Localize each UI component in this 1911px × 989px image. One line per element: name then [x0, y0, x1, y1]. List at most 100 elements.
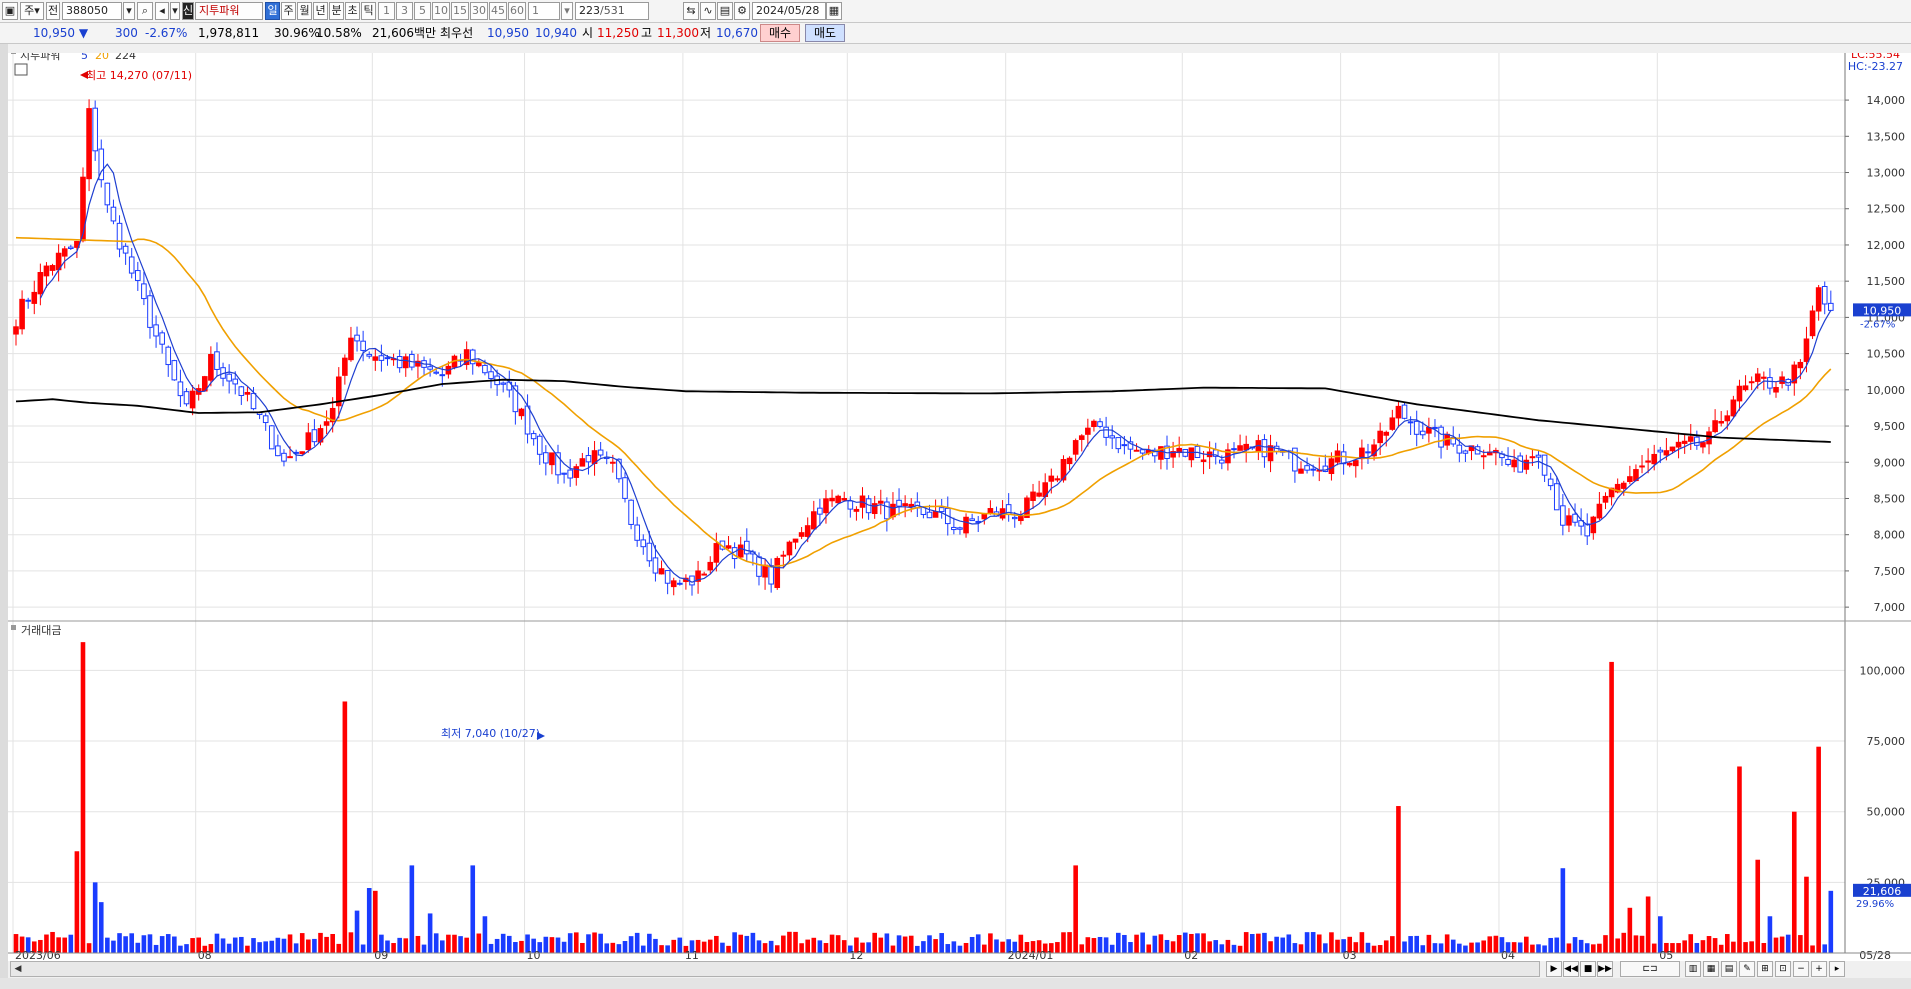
volume-bar [707, 939, 713, 953]
legend-handle-icon[interactable] [11, 49, 16, 54]
candle-body [250, 392, 257, 410]
search-icon[interactable]: ⌕ [137, 2, 153, 20]
volume-bar [1779, 936, 1785, 953]
scroll-right-icon[interactable]: ▶ [1546, 961, 1562, 977]
fit-icon[interactable]: ⊡ [1775, 961, 1791, 977]
candle-body [1748, 381, 1755, 384]
chart-scrollbar[interactable]: ◀ [10, 961, 1540, 977]
fast-forward-icon[interactable]: ▶▶ [1597, 961, 1613, 977]
candle-body [116, 222, 123, 250]
settings-icon[interactable]: ∿ [700, 2, 716, 20]
draw-icon[interactable]: ✎ [1739, 961, 1755, 977]
candle-body [768, 565, 774, 585]
buy-button[interactable]: 매수 [760, 24, 800, 42]
candle-body [141, 283, 147, 300]
volume-bar [1475, 942, 1480, 953]
indicator-name[interactable]: 지투파워 [195, 2, 263, 20]
candle-body [1054, 478, 1061, 481]
candle-body [689, 575, 695, 586]
volume-bar [896, 935, 902, 953]
volume-bar [1402, 941, 1407, 953]
interval-10[interactable]: 10 [432, 2, 450, 20]
interval-60[interactable]: 60 [508, 2, 526, 20]
tab-second[interactable]: 초 [345, 2, 360, 20]
tab-month[interactable]: 월 [297, 2, 312, 20]
interval-5[interactable]: 5 [414, 2, 431, 20]
zoom-slider[interactable]: ⊏⊐ [1620, 961, 1680, 977]
chevron-down-icon[interactable]: ▾ [123, 2, 135, 20]
volume-bar [1359, 932, 1365, 953]
interval-30[interactable]: 30 [470, 2, 488, 20]
tab-minute[interactable]: 분 [329, 2, 344, 20]
window-icon[interactable]: ▣ [2, 2, 18, 20]
tab-day[interactable]: 일 [265, 2, 280, 20]
volume-bar [519, 940, 524, 953]
volume-bar [580, 942, 585, 953]
tab-year[interactable]: 년 [313, 2, 328, 20]
price-tick-label: 8,500 [1874, 492, 1906, 505]
candle-body [1821, 286, 1828, 305]
volume-bar [1773, 937, 1779, 953]
volume-bar [1152, 935, 1158, 953]
stock-code-input[interactable]: 388050 [62, 2, 122, 20]
ratio2: 10.58% [316, 26, 362, 40]
layout-icon[interactable]: ▥ [1685, 961, 1701, 977]
period-dropdown[interactable]: 주▾ [20, 2, 44, 20]
candle-body [1310, 468, 1316, 471]
candle-body [1407, 421, 1414, 424]
print-icon[interactable]: ▤ [1721, 961, 1737, 977]
volume-bar [1542, 945, 1547, 953]
stop-icon[interactable]: ■ [1580, 961, 1596, 977]
candle-body [226, 373, 232, 382]
volume-bar [452, 934, 457, 953]
sell-button[interactable]: 매도 [805, 24, 845, 42]
candle-body [664, 570, 671, 584]
interval-45[interactable]: 45 [489, 2, 507, 20]
gear-icon[interactable]: ⚙ [734, 2, 750, 20]
save-icon[interactable]: ▤ [717, 2, 733, 20]
volume-bar [1804, 876, 1809, 953]
interval-3[interactable]: 3 [396, 2, 413, 20]
date-tick-label: 11 [685, 949, 699, 961]
candle-body [524, 405, 531, 435]
candle-body [567, 469, 573, 479]
chart-type-icon[interactable]: ⊞ [1757, 961, 1773, 977]
mode-button[interactable]: 전 [46, 2, 60, 20]
volume-bar [1256, 933, 1261, 953]
zoom-in-icon[interactable]: + [1811, 961, 1827, 977]
candle-body [1030, 491, 1036, 501]
interval-select[interactable]: 1 [528, 2, 560, 20]
options-icon[interactable]: ▸ [1829, 961, 1845, 977]
volume-bar [86, 943, 92, 953]
tab-week[interactable]: 주 [281, 2, 296, 20]
volume-bar [1420, 945, 1426, 953]
grid-icon[interactable]: ▦ [1703, 961, 1719, 977]
interval-15[interactable]: 15 [451, 2, 469, 20]
date-input[interactable]: 2024/05/28 [752, 2, 826, 20]
rewind-icon[interactable]: ◀◀ [1563, 961, 1579, 977]
date-tick-label: 05/28 [1859, 949, 1891, 961]
candle-body [1115, 437, 1122, 450]
candle-body [896, 499, 902, 507]
candle-body [354, 334, 360, 342]
interval-1[interactable]: 1 [378, 2, 395, 20]
volume-bar [190, 938, 195, 953]
tab-tick[interactable]: 틱 [361, 2, 376, 20]
candle-body [1584, 523, 1591, 537]
chevron-down-icon[interactable]: ▾ [561, 2, 573, 20]
calendar-icon[interactable]: ▦ [826, 2, 842, 20]
speaker-icon[interactable]: ◂ [155, 2, 169, 20]
chart-area[interactable]: 7,000 7,500 8,000 8,500 9,000 9,500 10,000 10,5… [8, 48, 1911, 962]
volume-bar [312, 938, 317, 953]
candle-body [646, 542, 653, 562]
count-display[interactable]: 223/531 [575, 2, 649, 20]
volume-bar [720, 942, 725, 953]
link-icon[interactable]: ⇆ [683, 2, 699, 20]
scroll-left-icon[interactable]: ◀ [11, 962, 25, 976]
volume-bar [616, 944, 622, 953]
chevron-down-icon[interactable]: ▾ [170, 2, 180, 20]
candle-body [902, 503, 908, 507]
zoom-out-icon[interactable]: − [1793, 961, 1809, 977]
volume-panel-handle-icon[interactable] [11, 625, 16, 630]
price-chart-svg[interactable]: 7,000 7,500 8,000 8,500 9,000 9,500 10,000 10,5… [8, 48, 1911, 962]
